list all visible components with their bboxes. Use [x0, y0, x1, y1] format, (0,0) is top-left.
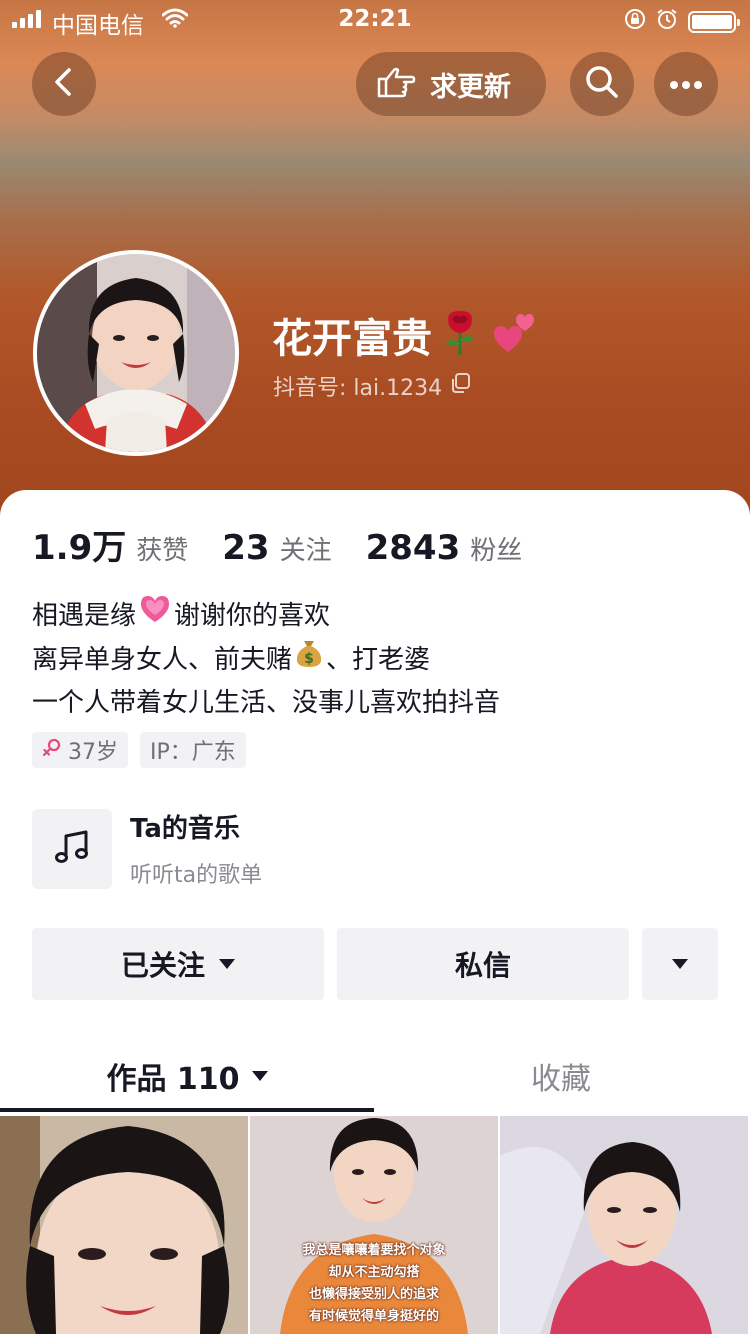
battery-icon	[688, 11, 740, 33]
tab-works-label: 作品 110	[106, 1062, 240, 1097]
copy-icon[interactable]	[450, 372, 472, 400]
back-button[interactable]	[32, 52, 96, 116]
tab-favorites-label: 收藏	[531, 1062, 591, 1097]
tab-favorites[interactable]: 收藏	[374, 1042, 748, 1110]
caret-down-icon	[219, 959, 235, 969]
bio-line-2-a: 离异单身女人、前夫赌	[32, 644, 293, 675]
followed-button[interactable]: 已关注	[32, 928, 324, 1000]
two-hearts-emoji-icon	[488, 312, 534, 358]
rose-emoji-icon	[438, 309, 482, 361]
more-dots-icon	[669, 75, 703, 94]
caret-down-icon	[672, 959, 688, 969]
alarm-icon	[656, 8, 678, 36]
stat-followers[interactable]: 2843 粉丝	[366, 528, 523, 568]
music-title: Ta的音乐	[130, 814, 240, 844]
tab-works[interactable]: 作品 110	[0, 1042, 374, 1110]
profile-card: 1.9万 获赞 23 关注 2843 粉丝 相遇是缘 谢谢你的喜欢 离异单身女人…	[0, 490, 750, 1334]
message-button[interactable]: 私信	[337, 928, 629, 1000]
video-thumbnail[interactable]	[500, 1116, 748, 1334]
video-thumbnail[interactable]	[0, 1116, 248, 1334]
search-icon	[585, 65, 619, 103]
profile-tags: 37岁 IP：广东	[32, 732, 246, 768]
stat-following-label: 关注	[279, 536, 332, 566]
music-icon-box	[32, 808, 112, 889]
music-subtitle: 听听ta的歌单	[130, 863, 263, 888]
stat-followers-label: 粉丝	[470, 536, 523, 566]
more-button[interactable]	[654, 52, 718, 116]
search-button[interactable]	[570, 52, 634, 116]
ip-tag: IP：广东	[140, 732, 246, 768]
stat-followers-number: 2843	[365, 528, 461, 568]
stat-likes[interactable]: 1.9万 获赞	[32, 520, 188, 569]
female-icon	[42, 737, 62, 763]
bio-line-1-a: 相遇是缘	[32, 600, 137, 631]
stat-following-number: 23	[222, 528, 270, 568]
thumbnail-caption: 我总是嚷嚷着要找个对象 却从不主动勾搭 也懒得接受别人的追求 有时候觉得单身挺好…	[250, 1240, 498, 1328]
caret-down-icon	[251, 1071, 268, 1081]
bio-line-1-b: 谢谢你的喜欢	[174, 600, 331, 631]
stat-likes-number: 1.9万	[32, 528, 127, 568]
age-tag: 37岁	[32, 732, 128, 768]
stat-likes-label: 获赞	[136, 536, 189, 566]
followed-label: 已关注	[120, 949, 205, 982]
douyin-id-text: 抖音号: lai.1234	[273, 376, 443, 401]
nickname: 花开富贵	[272, 316, 432, 362]
caption-line: 却从不主动勾搭	[328, 1265, 420, 1280]
status-bar: 中国电信 22:21	[0, 0, 750, 40]
recommend-dropdown-button[interactable]	[642, 928, 718, 1000]
tab-indicator	[0, 1108, 374, 1112]
douyin-id: 抖音号: lai.1234	[273, 370, 472, 402]
pointing-hand-icon	[376, 65, 416, 103]
bio-line-2: 离异单身女人、前夫赌 $ 、打老婆	[32, 637, 500, 682]
stats-row: 1.9万 获赞 23 关注 2843 粉丝	[32, 520, 556, 569]
chevron-left-icon	[51, 67, 77, 101]
music-note-icon	[53, 828, 91, 870]
request-update-label: 求更新	[430, 71, 511, 103]
video-grid: 我总是嚷嚷着要找个对象 却从不主动勾搭 也懒得接受别人的追求 有时候觉得单身挺好…	[0, 1116, 750, 1334]
bio-line-2-b: 、打老婆	[326, 644, 431, 675]
video-thumbnail[interactable]: 我总是嚷嚷着要找个对象 却从不主动勾搭 也懒得接受别人的追求 有时候觉得单身挺好…	[250, 1116, 498, 1334]
message-label: 私信	[454, 949, 511, 982]
bio-line-3: 一个人带着女儿生活、没事儿喜欢拍抖音	[32, 688, 501, 718]
stat-following[interactable]: 23 关注	[222, 528, 331, 568]
action-buttons: 已关注 私信	[32, 928, 718, 1000]
sparkling-heart-icon	[138, 594, 172, 637]
rotation-lock-icon	[624, 8, 646, 36]
caption-line: 也懒得接受别人的追求	[308, 1287, 439, 1302]
avatar[interactable]	[33, 250, 239, 456]
money-bag-icon: $	[294, 637, 324, 682]
svg-text:$: $	[304, 651, 314, 667]
bio: 相遇是缘 谢谢你的喜欢 离异单身女人、前夫赌 $ 、打老婆 一个人带着女儿生活、…	[32, 594, 500, 724]
bio-line-1: 相遇是缘 谢谢你的喜欢	[32, 594, 500, 637]
request-update-button[interactable]: 求更新	[356, 52, 546, 116]
caption-line: 我总是嚷嚷着要找个对象	[302, 1243, 446, 1258]
age-text: 37岁	[68, 740, 118, 765]
ip-text: IP：广东	[150, 740, 236, 765]
content-tabs: 作品 110 收藏	[0, 1042, 750, 1114]
music-entry[interactable]: Ta的音乐 听听ta的歌单	[32, 808, 262, 889]
caption-line: 有时候觉得单身挺好的	[308, 1309, 439, 1324]
